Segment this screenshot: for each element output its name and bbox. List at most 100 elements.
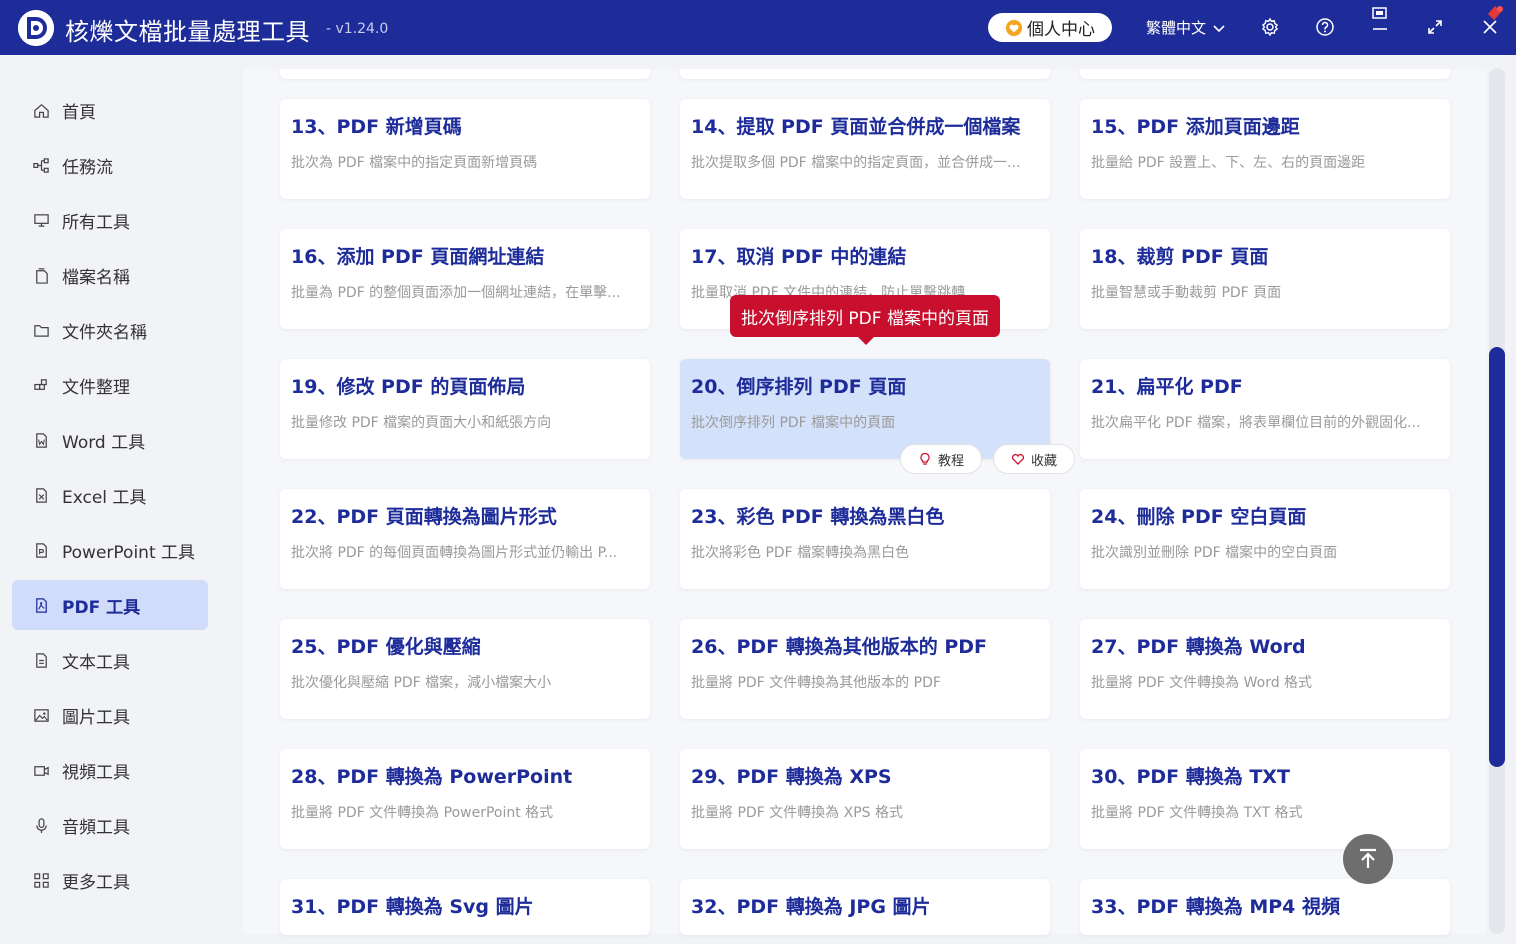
tool-card-delete-blank[interactable]: 24、刪除 PDF 空白頁面 批次識別並刪除 PDF 檔案中的空白頁面 [1080, 489, 1450, 589]
heart-icon [1011, 453, 1025, 465]
language-label: 繁體中文 [1146, 19, 1207, 37]
favorite-button[interactable]: 收藏 [993, 444, 1075, 474]
home-icon [32, 101, 50, 119]
tool-card-desc: 批次扁平化 PDF 檔案，將表單欄位目前的外觀固化... [1091, 415, 1421, 431]
sidebar-item-workflow[interactable]: 任務流 [12, 140, 208, 190]
tool-card-title: 23、彩色 PDF 轉換為黑白色 [691, 506, 945, 528]
video-icon [32, 761, 50, 779]
sidebar-item-excel[interactable]: Excel 工具 [12, 470, 208, 520]
sidebar-item-label: 文本工具 [62, 652, 130, 673]
sidebar-item-home[interactable]: 首頁 [12, 85, 208, 135]
tool-card-to-word[interactable]: 27、PDF 轉換為 Word 批量將 PDF 文件轉換為 Word 格式 [1080, 619, 1450, 719]
tutorial-label: 教程 [937, 453, 964, 469]
sidebar-item-audio[interactable]: 音頻工具 [12, 800, 208, 850]
tool-card-desc: 批次將 PDF 的每個頁面轉換為圖片形式並仍輸出 P... [291, 545, 618, 561]
sidebar-item-file-name[interactable]: 檔案名稱 [12, 250, 208, 300]
organize-icon [32, 376, 50, 394]
sidebar-item-label: 任務流 [62, 157, 113, 178]
tool-card-to-powerpoint[interactable]: 28、PDF 轉換為 PowerPoint 批量將 PDF 文件轉換為 Powe… [280, 749, 650, 849]
tool-card-title: 22、PDF 頁面轉換為圖片形式 [291, 506, 557, 528]
tooltip: 批次倒序排列 PDF 檔案中的頁面 [730, 295, 1000, 337]
tool-card-compress[interactable]: 25、PDF 優化與壓縮 批次優化與壓縮 PDF 檔案，減小檔案大小 [280, 619, 650, 719]
tool-card-title: 15、PDF 添加頁面邊距 [1091, 116, 1300, 138]
tool-card-title: 33、PDF 轉換為 MP4 視頻 [1091, 896, 1341, 918]
tool-card[interactable] [280, 69, 650, 79]
user-center-label: 個人中心 [1027, 20, 1095, 40]
tool-card-to-mp4[interactable]: 33、PDF 轉換為 MP4 視頻 [1080, 879, 1450, 935]
close-icon[interactable] [1478, 15, 1502, 39]
sidebar-item-more[interactable]: 更多工具 [12, 855, 208, 905]
sidebar-item-label: 文件整理 [62, 377, 130, 398]
tool-card-reverse-pages[interactable]: 20、倒序排列 PDF 頁面 批次倒序排列 PDF 檔案中的頁面 [680, 359, 1050, 459]
sidebar-item-video[interactable]: 視頻工具 [12, 745, 208, 795]
sidebar-item-folder-name[interactable]: 文件夾名稱 [12, 305, 208, 355]
language-select[interactable]: 繁體中文 [1146, 17, 1226, 38]
tool-card-page-layout[interactable]: 19、修改 PDF 的頁面佈局 批量修改 PDF 檔案的頁面大小和紙張方向 [280, 359, 650, 459]
tool-card-convert-version[interactable]: 26、PDF 轉換為其他版本的 PDF 批量將 PDF 文件轉換為其他版本的 P… [680, 619, 1050, 719]
tool-card-title: 32、PDF 轉換為 JPG 圖片 [691, 896, 931, 918]
settings-icon[interactable] [1258, 15, 1282, 39]
back-to-top-button[interactable] [1343, 834, 1393, 884]
user-center-button[interactable]: 個人中心 [988, 13, 1112, 42]
tool-card-pdf-add-page-number[interactable]: 13、PDF 新增頁碼 批次為 PDF 檔案中的指定頁面新增頁碼 [280, 99, 650, 199]
help-icon[interactable] [1313, 15, 1337, 39]
tool-card-title: 21、扁平化 PDF [1091, 376, 1243, 398]
tool-card-to-xps[interactable]: 29、PDF 轉換為 XPS 批量將 PDF 文件轉換為 XPS 格式 [680, 749, 1050, 849]
microphone-icon [32, 816, 50, 834]
tool-card-title: 28、PDF 轉換為 PowerPoint [291, 766, 573, 788]
tool-card-page-margin[interactable]: 15、PDF 添加頁面邊距 批量給 PDF 設置上、下、左、右的頁面邊距 [1080, 99, 1450, 199]
grid-icon [32, 871, 50, 889]
sidebar-item-pdf[interactable]: PDF 工具 [12, 580, 208, 630]
tool-card-flatten[interactable]: 21、扁平化 PDF 批次扁平化 PDF 檔案，將表單欄位目前的外觀固化... [1080, 359, 1450, 459]
tool-card-crop[interactable]: 18、裁剪 PDF 頁面 批量智慧或手動裁剪 PDF 頁面 [1080, 229, 1450, 329]
tool-card-desc: 批次優化與壓縮 PDF 檔案，減小檔案大小 [291, 675, 552, 691]
tool-card-desc: 批量將 PDF 文件轉換為 PowerPoint 格式 [291, 805, 554, 821]
sidebar-item-label: 視頻工具 [62, 762, 130, 783]
sidebar-item-powerpoint[interactable]: PowerPoint 工具 [12, 525, 208, 575]
tool-card-desc: 批量將 PDF 文件轉換為其他版本的 PDF [691, 675, 941, 691]
sidebar-item-label: 首頁 [62, 102, 96, 123]
workflow-icon [32, 156, 50, 174]
minimize-icon[interactable] [1368, 17, 1392, 41]
tool-card-desc: 批量將 PDF 文件轉換為 Word 格式 [1091, 675, 1313, 691]
tool-card-title: 25、PDF 優化與壓縮 [291, 636, 481, 658]
maximize-icon[interactable] [1423, 15, 1447, 39]
tool-card-title: 20、倒序排列 PDF 頁面 [691, 376, 907, 398]
tool-card-title: 19、修改 PDF 的頁面佈局 [291, 376, 526, 398]
sidebar-item-label: Excel 工具 [62, 487, 147, 508]
tool-card-desc: 批量將 PDF 文件轉換為 XPS 格式 [691, 805, 903, 821]
tutorial-button[interactable]: 教程 [900, 444, 982, 474]
tool-card-to-txt[interactable]: 30、PDF 轉換為 TXT 批量將 PDF 文件轉換為 TXT 格式 [1080, 749, 1450, 849]
sidebar-item-word[interactable]: Word 工具 [12, 415, 208, 465]
file-name-icon [32, 266, 50, 284]
tool-card-desc: 批次識別並刪除 PDF 檔案中的空白頁面 [1091, 545, 1338, 561]
tool-card-to-svg[interactable]: 31、PDF 轉換為 Svg 圖片 [280, 879, 650, 935]
sidebar-item-organize[interactable]: 文件整理 [12, 360, 208, 410]
excel-icon [32, 486, 50, 504]
app-version: - v1.24.0 [326, 21, 389, 37]
tool-card-desc: 批量修改 PDF 檔案的頁面大小和紙張方向 [291, 415, 552, 431]
tool-card-extract-merge[interactable]: 14、提取 PDF 頁面並合併成一個檔案 批次提取多個 PDF 檔案中的指定頁面… [680, 99, 1050, 199]
sidebar-item-image[interactable]: 圖片工具 [12, 690, 208, 740]
tool-card-pages-to-images[interactable]: 22、PDF 頁面轉換為圖片形式 批次將 PDF 的每個頁面轉換為圖片形式並仍輸… [280, 489, 650, 589]
pdf-icon [32, 596, 50, 614]
lightbulb-icon [920, 452, 930, 465]
sidebar-item-label: 檔案名稱 [62, 267, 130, 288]
tool-card-title: 24、刪除 PDF 空白頁面 [1091, 506, 1307, 528]
tool-card-title: 16、添加 PDF 頁面網址連結 [291, 246, 545, 268]
sidebar-item-label: 音頻工具 [62, 817, 130, 838]
sidebar-item-text[interactable]: 文本工具 [12, 635, 208, 685]
tool-card-add-link[interactable]: 16、添加 PDF 頁面網址連結 批量為 PDF 的整個頁面添加一個網址連結，在… [280, 229, 650, 329]
tool-card-to-jpg[interactable]: 32、PDF 轉換為 JPG 圖片 [680, 879, 1050, 935]
sidebar-item-all-tools[interactable]: 所有工具 [12, 195, 208, 245]
scrollbar-thumb[interactable] [1489, 347, 1505, 767]
tool-card-grayscale[interactable]: 23、彩色 PDF 轉換為黑白色 批次將彩色 PDF 檔案轉換為黑白色 [680, 489, 1050, 589]
tool-card[interactable] [680, 69, 1050, 79]
tool-card-desc: 批量給 PDF 設置上、下、左、右的頁面邊距 [1091, 155, 1366, 171]
tool-card-desc: 批次為 PDF 檔案中的指定頁面新增頁碼 [291, 155, 538, 171]
tool-card-title: 17、取消 PDF 中的連結 [691, 246, 907, 268]
tool-card[interactable] [1080, 69, 1450, 79]
tooltip-arrow [858, 337, 874, 345]
tool-card-title: 27、PDF 轉換為 Word [1091, 636, 1306, 658]
tool-card-desc: 批次倒序排列 PDF 檔案中的頁面 [691, 415, 896, 431]
